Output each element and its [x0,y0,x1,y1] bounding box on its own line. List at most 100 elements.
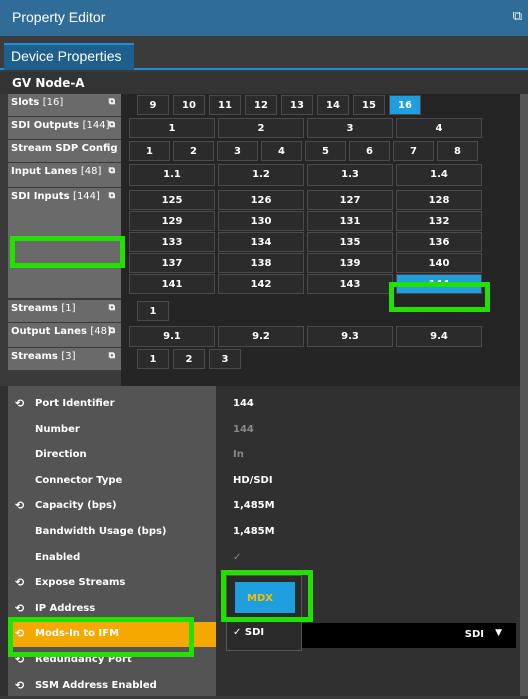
properties-scrollbar[interactable] [520,386,528,696]
row-count: [144] [73,191,100,202]
port-cell[interactable]: 3 [307,118,393,138]
highlight-port-144 [389,282,490,312]
node-header: GV Node-A [0,72,528,94]
port-cell[interactable]: 2 [218,118,304,138]
property-value: 1,485M [233,526,275,537]
row-label-input_lanes[interactable]: Input Lanes [48] ⧉ [8,163,121,187]
sdi-input-cell[interactable]: 141 [129,274,215,294]
popout-icon[interactable]: ⧉ [109,326,115,336]
property-value: 144 [233,398,254,409]
highlight-mdx-option [221,570,313,622]
property-label-text: Enabled [35,551,81,563]
port-cell[interactable]: 16 [389,95,421,115]
port-cell[interactable]: 9.1 [129,326,215,347]
popout-icon[interactable]: ⧉ [109,191,115,201]
sdi-input-cell[interactable]: 130 [218,211,304,231]
port-cell[interactable]: 11 [209,95,241,115]
popout-icon[interactable]: ⧉ [109,97,115,107]
row-label-streams1[interactable]: Streams [1] ⧉ [8,300,121,322]
sdi-input-cell[interactable]: 138 [218,253,304,273]
popout-icon[interactable]: ⧉ [109,351,115,361]
sdi-input-cell[interactable]: 137 [129,253,215,273]
port-cell[interactable]: 2 [173,349,205,369]
sdi-input-cell[interactable]: 136 [396,232,482,252]
sdi-input-cell[interactable]: 143 [307,274,393,294]
property-value: In [233,449,244,461]
property-label[interactable]: Connector Type [8,469,216,494]
row-count: [3] [61,351,76,362]
property-label[interactable]: ⟲ Port Identifier [8,392,216,417]
sdi-input-cell[interactable]: 134 [218,232,304,252]
property-label[interactable]: ⟲ Expose Streams [8,571,216,596]
sdi-input-cell[interactable]: 128 [396,190,482,210]
sdi-input-cell[interactable]: 133 [129,232,215,252]
port-cell[interactable]: 8 [437,141,478,161]
port-cell[interactable]: 10 [173,95,205,115]
sdi-input-cell[interactable]: 135 [307,232,393,252]
port-cell[interactable]: 15 [353,95,385,115]
property-label-text: Capacity (bps) [35,500,117,512]
row-label-streams3[interactable]: Streams [3] ⧉ [8,348,121,370]
popout-icon[interactable]: ⧉ [109,303,115,313]
sdi-input-cell[interactable]: 139 [307,253,393,273]
sdi-input-cell[interactable]: 142 [218,274,304,294]
port-cell[interactable]: 3 [217,141,258,161]
dock-icon[interactable]: ⧉ [513,9,522,24]
property-label[interactable]: ⟲ SSM Address Enabled [8,674,216,699]
port-cell[interactable]: 4 [396,118,482,138]
property-label[interactable]: Bandwidth Usage (bps) [8,520,216,545]
row-label-stream_sdp[interactable]: Stream SDP Config [18] [8,140,121,162]
sdi-input-cell[interactable]: 125 [129,190,215,210]
popout-icon[interactable]: ⧉ [109,120,115,130]
grid-scrollbar[interactable] [520,94,528,394]
port-cell[interactable]: 4 [261,141,302,161]
property-label[interactable]: Number [8,418,216,443]
sdi-input-cell[interactable]: 126 [218,190,304,210]
port-cell[interactable]: 1 [137,301,169,321]
row-label-sdi_outputs[interactable]: SDI Outputs [144] ⧉ [8,117,121,139]
link-icon: ⟲ [15,678,25,692]
title-bar: Property Editor ⧉ [0,0,528,36]
port-cell[interactable]: 9 [137,95,169,115]
row-count: [48] [80,166,102,177]
port-cell[interactable]: 1 [129,118,215,138]
row-label-text: Output Lanes [11,326,87,337]
tab-device-properties[interactable]: Device Properties [4,43,134,70]
sdi-input-cell[interactable]: 140 [396,253,482,273]
port-cell[interactable]: 1 [137,349,169,369]
port-cell[interactable]: 13 [281,95,313,115]
property-label-text: Connector Type [35,474,123,486]
port-cell[interactable]: 9.3 [307,326,393,347]
port-cell[interactable]: 6 [349,141,390,161]
port-cell[interactable]: 12 [245,95,277,115]
port-cell[interactable]: 2 [173,141,214,161]
property-value: 1,485M [233,500,275,512]
port-cell[interactable]: 14 [317,95,349,115]
sdi-input-cell[interactable]: 132 [396,211,482,231]
port-cell[interactable]: 3 [209,349,241,369]
sdi-input-cell[interactable]: 127 [307,190,393,210]
link-icon: ⟲ [15,601,25,615]
row-count: [16] [42,97,64,108]
link-icon: ⟲ [15,576,25,590]
port-cell[interactable]: 5 [305,141,346,161]
port-cell[interactable]: 9.2 [218,326,304,347]
row-label-slots[interactable]: Slots [16] ⧉ [8,94,121,116]
port-cell[interactable]: 1.4 [396,164,482,186]
property-label[interactable]: Enabled [8,546,216,571]
port-cell[interactable]: 1 [129,141,170,161]
port-cell[interactable]: 1.2 [218,164,304,186]
sdi-input-cell[interactable]: 131 [307,211,393,231]
chevron-down-icon: ▼ [495,628,502,638]
property-label[interactable]: Direction [8,443,216,468]
port-cell[interactable]: 1.1 [129,164,215,186]
row-label-output_lanes[interactable]: Output Lanes [48] ⧉ [8,323,121,347]
port-cell[interactable]: 1.3 [307,164,393,186]
popout-icon[interactable]: ⧉ [109,166,115,176]
property-label-text: Direction [35,449,87,461]
option-sdi[interactable]: ✓ SDI [233,627,264,638]
property-label[interactable]: ⟲ Capacity (bps) [8,494,216,519]
port-cell[interactable]: 9.4 [396,326,482,347]
sdi-input-cell[interactable]: 129 [129,211,215,231]
port-cell[interactable]: 7 [393,141,434,161]
